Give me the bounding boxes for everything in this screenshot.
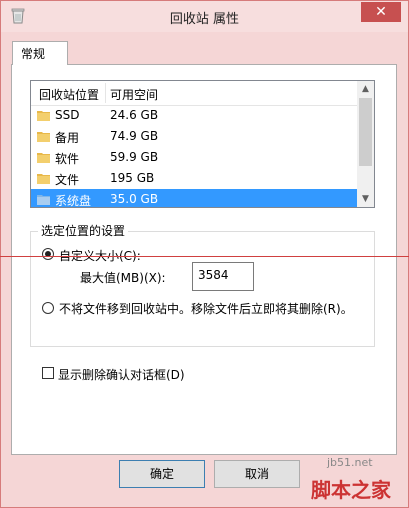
recycle-location-list[interactable]: 回收站位置 可用空间 SSD 24.6 GB 备用 74.9 GB 软件 59.9 GB 文… [30, 80, 375, 208]
folder-icon [37, 111, 50, 121]
group-legend: 选定位置的设置 [38, 222, 129, 239]
close-button[interactable]: ✕ [361, 2, 401, 22]
confirm-delete-checkbox[interactable] [42, 367, 54, 379]
ok-button[interactable]: 确定 [119, 460, 205, 488]
folder-icon [37, 195, 50, 205]
list-item[interactable]: 系统盘 35.0 GB [31, 189, 357, 208]
list-item-size: 59.9 GB [110, 150, 159, 164]
no-recycle-radio[interactable] [42, 302, 54, 314]
folder-icon [37, 174, 50, 184]
list-rows: SSD 24.6 GB 备用 74.9 GB 软件 59.9 GB 文件 195 GB 系统盘 3… [31, 105, 357, 208]
scroll-up-arrow-icon[interactable]: ▲ [357, 81, 374, 97]
max-size-input[interactable]: 3584 [192, 262, 254, 291]
list-item-size: 195 GB [110, 171, 155, 185]
annotation-line [0, 256, 409, 257]
list-item-name: 备用 [55, 131, 80, 145]
list-item-size: 24.6 GB [110, 108, 159, 122]
list-item-name: 文件 [55, 173, 80, 187]
list-item-size: 35.0 GB [110, 192, 159, 206]
list-header: 回收站位置 可用空间 [31, 81, 357, 106]
no-recycle-label[interactable]: 不将文件移到回收站中。移除文件后立即将其删除(R)。 [59, 300, 353, 317]
watermark-name: 脚本之家 [311, 478, 391, 502]
scroll-thumb[interactable] [359, 98, 372, 166]
column-divider [105, 83, 106, 103]
site-watermark: jb51.net 脚本之家 [271, 450, 409, 508]
window-title: 回收站 属性 [169, 12, 240, 27]
list-item[interactable]: 文件 195 GB [31, 168, 357, 189]
list-item[interactable]: SSD 24.6 GB [31, 105, 357, 126]
list-item-size: 74.9 GB [110, 129, 159, 143]
list-item[interactable]: 备用 74.9 GB [31, 126, 357, 147]
confirm-delete-label[interactable]: 显示删除确认对话框(D) [58, 366, 185, 383]
list-item-name: SSD [55, 108, 80, 122]
list-item[interactable]: 软件 59.9 GB [31, 147, 357, 168]
list-scrollbar[interactable]: ▲ ▼ [357, 81, 374, 207]
tab-general[interactable]: 常规 [12, 41, 68, 65]
custom-size-radio[interactable] [42, 248, 54, 260]
list-item-name: 软件 [55, 152, 80, 166]
column-header-space[interactable]: 可用空间 [110, 86, 158, 103]
max-size-label: 最大值(MB)(X): [80, 271, 166, 285]
scroll-down-arrow-icon[interactable]: ▼ [357, 191, 374, 207]
title-bar[interactable]: 回收站 属性 ✕ [1, 1, 408, 32]
folder-icon [37, 153, 50, 163]
folder-icon [37, 132, 50, 142]
watermark-url: jb51.net [327, 456, 373, 469]
column-header-location[interactable]: 回收站位置 [39, 86, 99, 103]
list-item-name: 系统盘 [55, 194, 92, 208]
